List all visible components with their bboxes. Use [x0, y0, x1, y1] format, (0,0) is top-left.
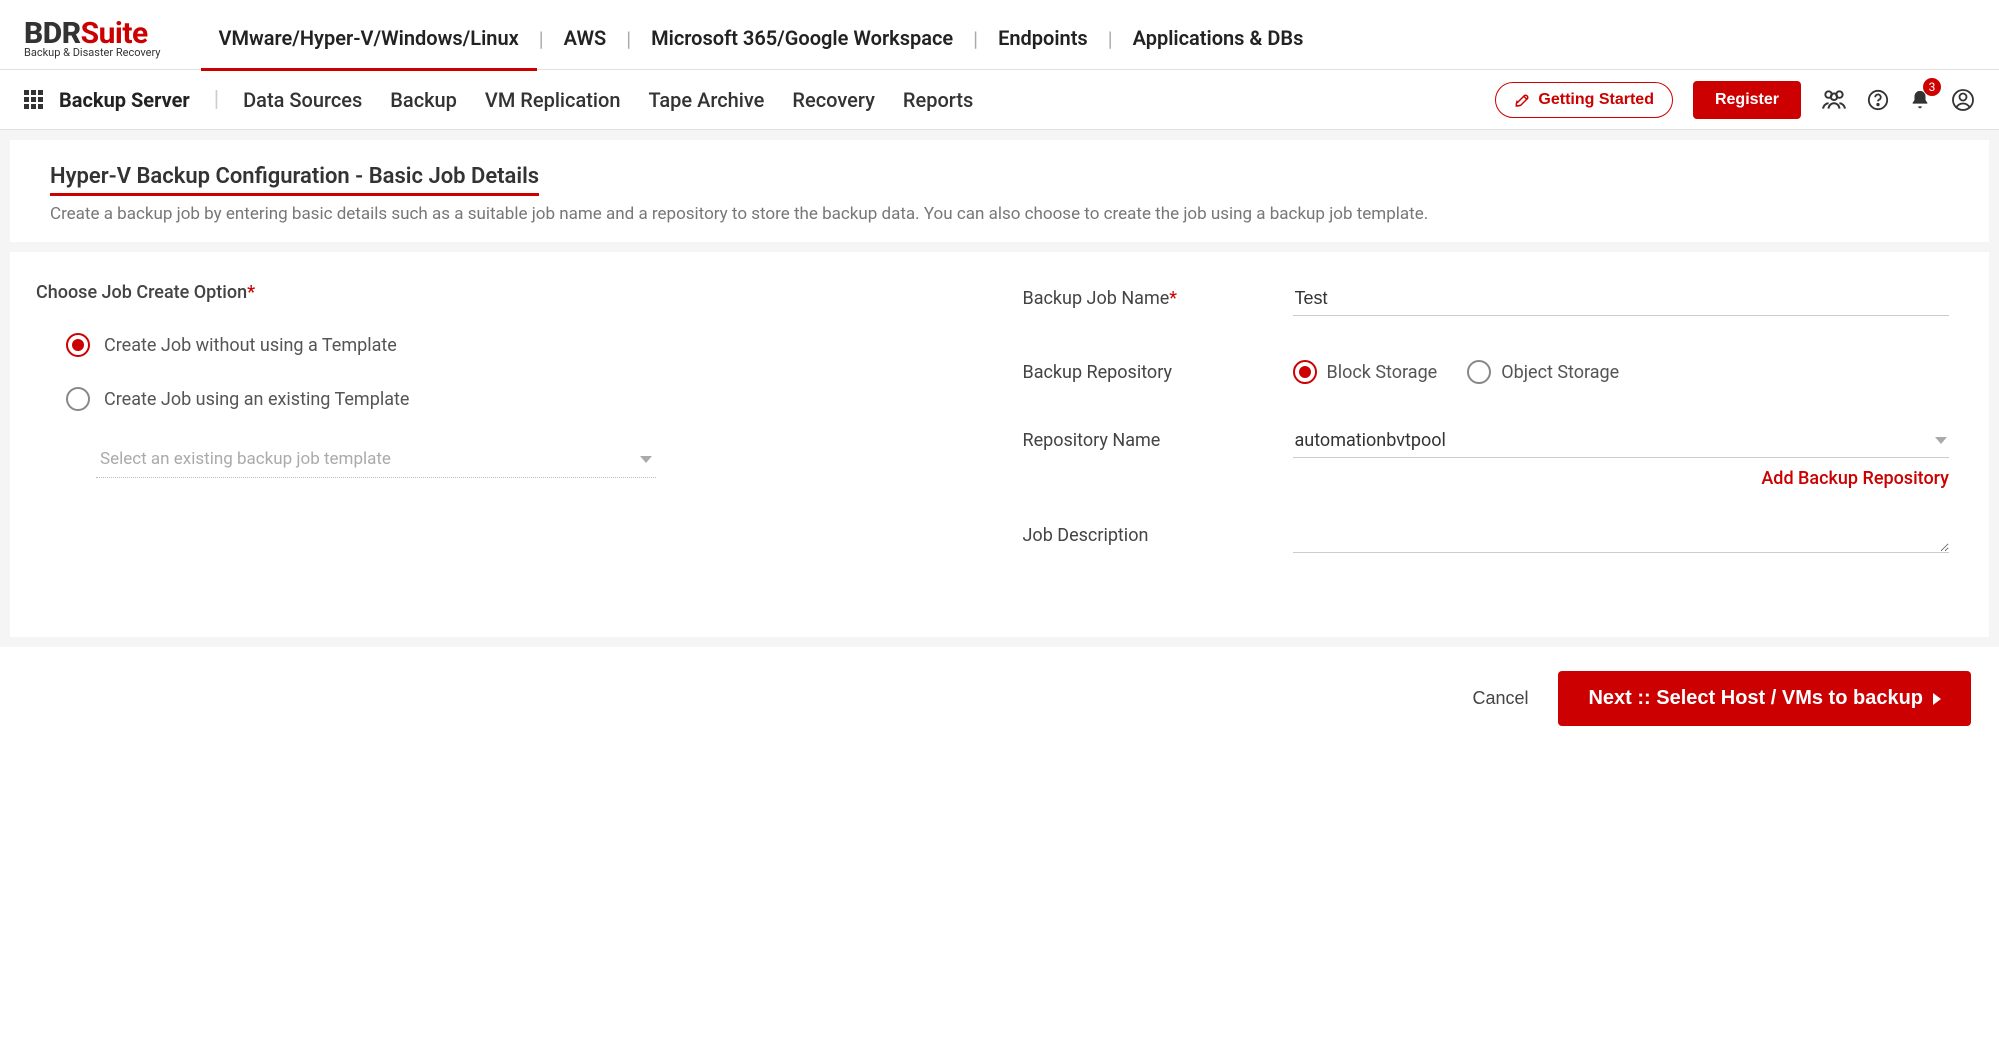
content-wrap: Hyper-V Backup Configuration - Basic Job… [0, 130, 1999, 252]
right-column: Backup Job Name* Backup Repository Block… [1023, 282, 1950, 597]
field-job-description: Job Description [1023, 519, 1950, 557]
tab-vmware[interactable]: VMware/Hyper-V/Windows/Linux [201, 8, 537, 70]
radio-icon [66, 333, 90, 357]
chevron-down-icon [640, 456, 652, 463]
left-column: Choose Job Create Option* Create Job wit… [36, 282, 963, 597]
nav-backup[interactable]: Backup [390, 88, 457, 112]
page-header-card: Hyper-V Backup Configuration - Basic Job… [10, 140, 1989, 242]
getting-started-button[interactable]: Getting Started [1495, 82, 1673, 118]
chevron-down-icon [1935, 437, 1947, 444]
page-title: Hyper-V Backup Configuration - Basic Job… [50, 164, 539, 196]
top-nav: BDRSuite Backup & Disaster Recovery VMwa… [0, 0, 1999, 70]
radio-block-storage[interactable]: Block Storage [1293, 360, 1438, 384]
nav-tape-archive[interactable]: Tape Archive [649, 88, 765, 112]
users-icon[interactable] [1821, 89, 1847, 111]
radio-with-template[interactable]: Create Job using an existing Template [66, 387, 963, 411]
radio-icon [1467, 360, 1491, 384]
tab-apps-dbs[interactable]: Applications & DBs [1115, 8, 1322, 70]
nav-reports[interactable]: Reports [903, 88, 973, 112]
radio-object-storage[interactable]: Object Storage [1467, 360, 1619, 384]
template-select[interactable]: Select an existing backup job template [96, 441, 656, 478]
rocket-icon [1514, 91, 1532, 109]
job-name-input[interactable] [1293, 282, 1950, 316]
tab-aws[interactable]: AWS [546, 8, 625, 70]
register-button[interactable]: Register [1693, 81, 1801, 119]
nav-recovery[interactable]: Recovery [792, 88, 875, 112]
account-icon[interactable] [1951, 88, 1975, 112]
notification-badge: 3 [1923, 78, 1941, 96]
add-backup-repository-link[interactable]: Add Backup Repository [1293, 468, 1950, 489]
notifications-icon[interactable]: 3 [1909, 88, 1931, 112]
page-description: Create a backup job by entering basic de… [50, 204, 1949, 224]
field-repository-name: Repository Name automationbvtpool Add Ba… [1023, 424, 1950, 489]
cancel-button[interactable]: Cancel [1472, 688, 1528, 709]
repository-name-select[interactable]: automationbvtpool [1293, 424, 1950, 458]
sub-nav: Backup Server | Data Sources Backup VM R… [0, 70, 1999, 130]
choose-option-label: Choose Job Create Option* [36, 282, 963, 303]
form-card: Choose Job Create Option* Create Job wit… [10, 252, 1989, 637]
radio-icon [66, 387, 90, 411]
field-backup-repository: Backup Repository Block Storage Object S… [1023, 356, 1950, 384]
nav-data-sources[interactable]: Data Sources [243, 88, 362, 112]
tab-endpoints[interactable]: Endpoints [980, 8, 1106, 70]
logo-subtitle: Backup & Disaster Recovery [24, 47, 161, 58]
arrow-right-icon [1933, 693, 1941, 705]
logo-main: BDRSuite [24, 19, 161, 49]
apps-grid-icon[interactable] [24, 90, 43, 109]
tab-m365[interactable]: Microsoft 365/Google Workspace [633, 8, 971, 70]
next-button[interactable]: Next :: Select Host / VMs to backup [1558, 671, 1971, 726]
radio-icon [1293, 360, 1317, 384]
help-icon[interactable] [1867, 89, 1889, 111]
logo[interactable]: BDRSuite Backup & Disaster Recovery [24, 19, 161, 58]
nav-vm-replication[interactable]: VM Replication [485, 88, 621, 112]
radio-no-template[interactable]: Create Job without using a Template [66, 333, 963, 357]
footer: Cancel Next :: Select Host / VMs to back… [0, 647, 1999, 750]
job-description-input[interactable] [1293, 519, 1950, 553]
top-tabs: VMware/Hyper-V/Windows/Linux | AWS | Mic… [201, 8, 1322, 70]
backup-server-label[interactable]: Backup Server [59, 88, 190, 112]
field-job-name: Backup Job Name* [1023, 282, 1950, 316]
